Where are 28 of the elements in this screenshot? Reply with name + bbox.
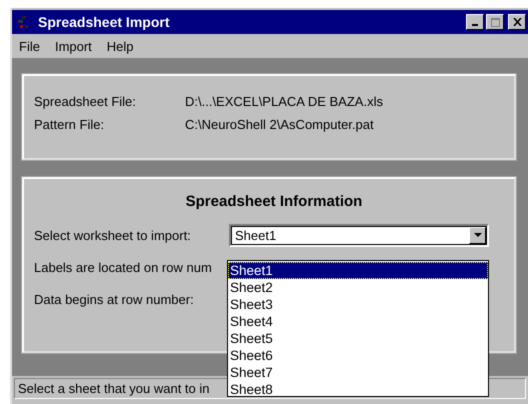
- list-option[interactable]: Sheet6: [228, 347, 488, 364]
- maximize-button[interactable]: [486, 14, 504, 30]
- caret-icon: [474, 232, 482, 238]
- section-title: Spreadsheet Information: [184, 193, 364, 210]
- field-label: Labels are located on row num: [34, 260, 213, 274]
- maximize-icon: [490, 18, 500, 26]
- minimize-button[interactable]: [466, 14, 484, 30]
- field-label: Select worksheet to import:: [34, 228, 192, 242]
- list-option[interactable]: Sheet5: [228, 330, 488, 347]
- menu-item[interactable]: Help: [106, 38, 134, 54]
- window-title: Spreadsheet Import: [38, 14, 170, 30]
- file-path: D:\...\EXCEL\PLACA DE BAZA.xls: [185, 94, 383, 109]
- list-option[interactable]: Sheet1: [228, 262, 488, 279]
- dropdown-arrow-button[interactable]: [469, 226, 486, 244]
- close-button[interactable]: [508, 14, 526, 30]
- list-option[interactable]: Sheet7: [228, 364, 488, 381]
- field-label: Data begins at row number:: [34, 292, 195, 306]
- list-option[interactable]: Sheet3: [228, 296, 488, 313]
- list-option[interactable]: Sheet8: [228, 381, 488, 398]
- list-option[interactable]: Sheet2: [228, 279, 488, 296]
- menu-item[interactable]: Import: [54, 38, 92, 54]
- field-label: Pattern File:: [34, 117, 106, 132]
- worksheet-dropdown[interactable]: Sheet1: [229, 224, 489, 246]
- menu-item[interactable]: File: [19, 38, 40, 54]
- close-icon: [512, 18, 522, 26]
- field-label: Spreadsheet File:: [34, 94, 137, 109]
- list-option[interactable]: Sheet4: [228, 313, 488, 330]
- file-path: C:\NeuroShell 2\AsComputer.pat: [185, 117, 374, 132]
